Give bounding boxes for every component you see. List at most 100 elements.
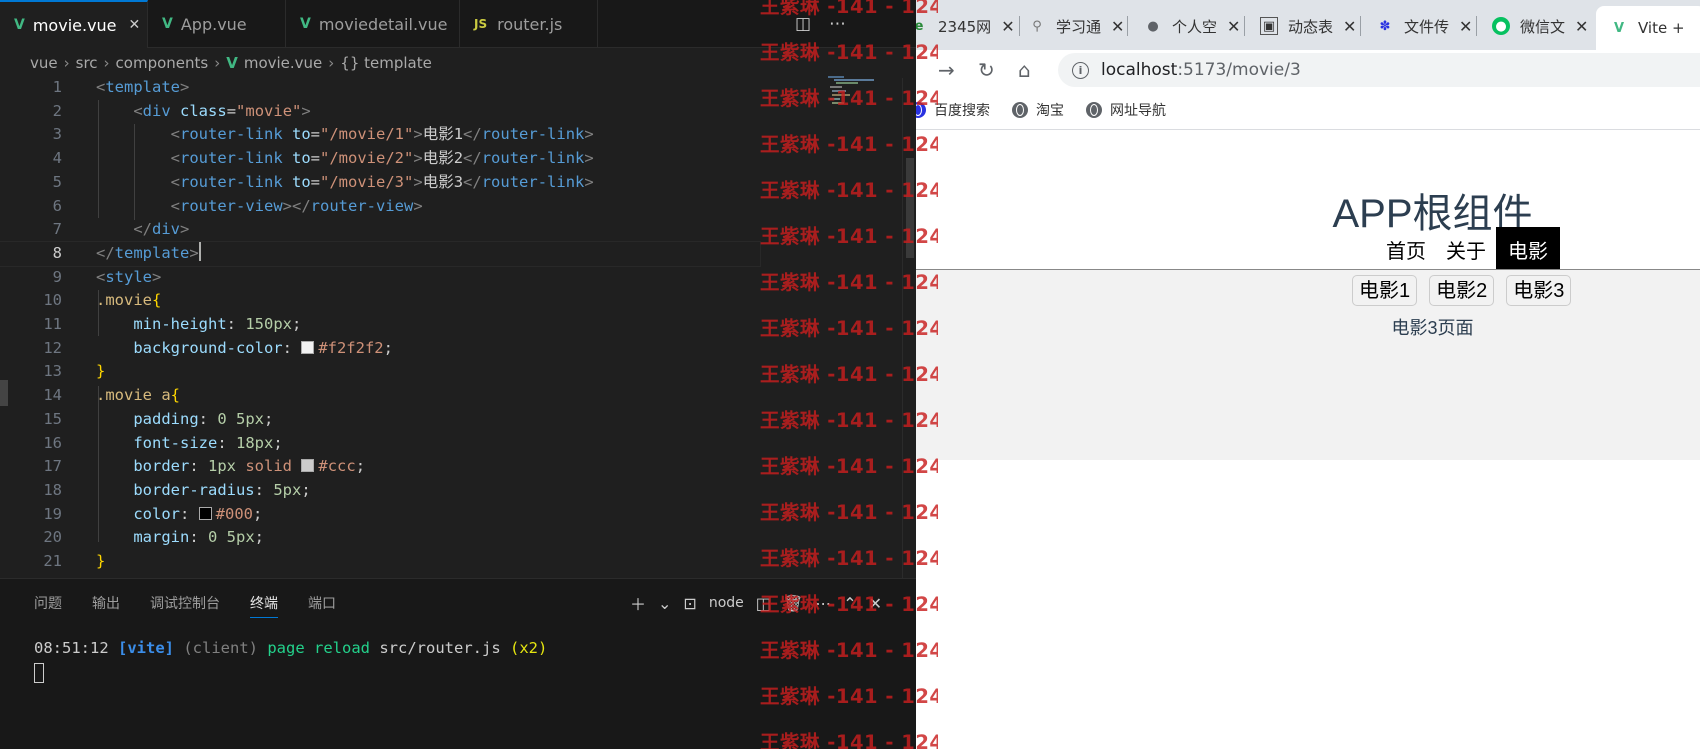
tab-problems[interactable]: 问题 [34,593,62,618]
breadcrumb-item[interactable]: movie.vue [244,54,322,72]
line-number: 6 [52,196,62,215]
tab-movie-vue[interactable]: V movie.vue ✕ [0,0,148,48]
code-line: 19 color: #000; [0,503,760,527]
browser-tab[interactable]: ● 个人空 ✕ [1144,8,1240,44]
bookmark-label: 网址导航 [1110,102,1166,119]
chevron-right-icon: › [63,54,70,72]
nav-link-about[interactable]: 关于 [1436,227,1496,269]
terminal-output[interactable]: 08:51:12 [vite] (client) page reload src… [34,639,547,657]
trash-icon[interactable]: 🗑 [783,594,803,613]
editor-scrollbar[interactable] [902,78,916,578]
browser-tab-active[interactable]: V Vite + [1596,6,1700,50]
code-token: router-link [481,125,585,144]
browser-tab[interactable]: ▣ 动态表 ✕ [1260,8,1356,44]
nav-link-movie[interactable]: 电影 [1496,227,1560,269]
vue-file-icon: V [162,16,173,32]
url-input[interactable]: i localhost:5173/movie/3 [1058,53,1700,87]
activity-marker [0,380,8,406]
add-terminal-icon[interactable]: ＋ [630,591,646,615]
tab-separator [1360,16,1361,36]
code-line: 5 <router-link to="/movie/3">电影3</router… [0,171,760,195]
tab-moviedetail-vue[interactable]: V moviedetail.vue [286,0,460,48]
code-line: 4 <router-link to="/movie/2">电影2</router… [0,147,760,171]
bottom-panel: 问题 输出 调试控制台 终端 端口 ＋ ⌄ ⊡ node ◫ 🗑 ⋯ ⌃ ✕ 0… [0,578,916,749]
js-file-icon: JS [474,17,488,31]
vscode-window: V movie.vue ✕ V App.vue V moviedetail.vu… [0,0,916,749]
chevron-right-icon: › [103,54,110,72]
browser-tab[interactable]: ⚲ 学习通 ✕ [1028,8,1124,44]
terminal-icon: ⊡ [683,593,697,613]
browser-tab[interactable]: ✽ 文件传 ✕ [1376,8,1473,44]
line-number: 2 [52,101,62,120]
chevron-up-icon[interactable]: ⌃ [843,594,856,613]
movie-links: 电影1 电影2 电影3 [1346,275,1577,306]
vue-file-icon: V [226,54,238,72]
close-icon[interactable]: ✕ [1459,17,1472,36]
browser-tab-label: 学习通 [1056,17,1102,36]
tab-separator [1244,16,1245,36]
movie-link-3[interactable]: 电影3 [1506,275,1572,306]
close-icon[interactable]: ✕ [1001,17,1014,36]
code-line: 10 .movie{ [0,289,760,313]
breadcrumb-item[interactable]: {} template [340,54,432,72]
bookmark-item[interactable]: 百度搜索 [916,100,990,120]
code-token: 18px [236,433,274,452]
color-swatch[interactable] [301,340,315,354]
nav-link-home[interactable]: 首页 [1376,227,1436,269]
code-token: to [292,172,311,191]
code-line: 1 <template> [0,76,760,100]
browser-tab[interactable]: ● 微信文 ✕ [1492,8,1588,44]
movie-link-1[interactable]: 电影1 [1352,275,1418,306]
code-line: 20 margin: 0 5px; [0,526,760,550]
browser-tab-label: 动态表 [1288,17,1334,36]
code-token: color [133,504,180,523]
breadcrumb-item[interactable]: components [116,54,209,72]
bookmark-item[interactable]: 网址导航 [1086,100,1166,120]
close-icon[interactable]: ✕ [129,17,141,33]
site-info-icon[interactable]: i [1072,61,1089,79]
split-terminal-icon[interactable]: ◫ [756,594,771,613]
close-icon[interactable]: ✕ [1111,17,1124,36]
tab-label: moviedetail.vue [318,14,448,34]
tab-app-vue[interactable]: V App.vue [148,0,286,48]
more-actions-icon[interactable]: ⋯ [829,14,846,34]
close-icon[interactable]: ✕ [1575,17,1588,36]
vue-icon: V [1613,20,1625,36]
more-actions-icon[interactable]: ⋯ [815,594,831,613]
scrollbar-thumb[interactable] [906,158,914,258]
split-editor-icon[interactable]: ◫ [795,14,811,34]
tab-terminal[interactable]: 终端 [250,593,278,618]
tab-debug-console[interactable]: 调试控制台 [150,593,220,618]
color-swatch[interactable] [301,459,315,473]
code-line: 17 border: 1px solid #ccc; [0,455,760,479]
code-token: "/movie/1" [320,125,414,144]
code-token: router-link [180,172,283,191]
chevron-down-icon[interactable]: ⌄ [658,594,671,613]
home-icon[interactable]: ⌂ [1018,58,1031,82]
tab-router-js[interactable]: JS router.js [460,0,598,48]
breadcrumb-item[interactable]: src [76,54,98,72]
paw-icon [916,101,926,118]
color-swatch[interactable] [198,506,212,520]
browser-tab[interactable]: e 2345网 ✕ [916,8,1015,44]
line-number: 9 [52,267,62,286]
code-editor[interactable]: 1 <template> 2 <div class="movie"> 3 <rou… [0,76,916,578]
code-token: 0 5px [217,409,264,428]
code-token: margin [133,528,190,547]
vue-file-icon: V [300,16,311,32]
breadcrumb-item[interactable]: vue [30,54,58,72]
browser-tab-label: 文件传 [1404,17,1450,36]
close-icon[interactable]: ✕ [1343,17,1356,36]
terminal-name[interactable]: node [709,595,744,611]
bookmark-item[interactable]: 淘宝 [1012,100,1064,120]
close-icon[interactable]: ✕ [1227,17,1240,36]
tab-output[interactable]: 输出 [92,593,120,618]
code-line: 16 font-size: 18px; [0,432,760,456]
tab-ports[interactable]: 端口 [308,593,336,618]
code-token: router-view [310,196,414,215]
minimap[interactable] [826,74,881,124]
close-icon[interactable]: ✕ [869,594,882,613]
forward-arrow-icon[interactable]: → [938,58,955,82]
movie-link-2[interactable]: 电影2 [1429,275,1495,306]
reload-icon[interactable]: ↻ [978,58,995,82]
